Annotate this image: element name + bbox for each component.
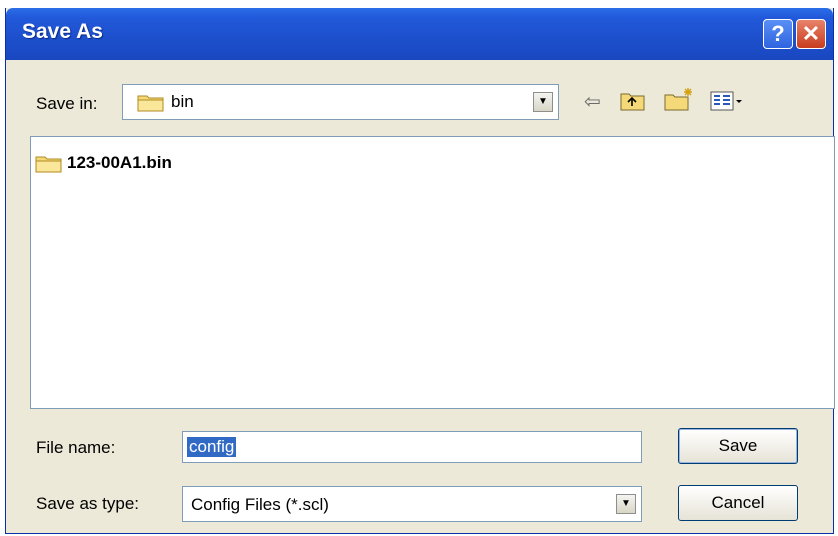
file-name-value: config <box>187 437 237 457</box>
help-button[interactable]: ? <box>763 19 793 49</box>
back-arrow-icon[interactable]: ⇦ <box>584 89 601 114</box>
folder-icon <box>35 156 62 173</box>
save-as-dialog: Save As ? ✕ Save in: bin ▼ ⇦ 123-00A1.bi… <box>5 8 835 534</box>
new-folder-icon[interactable] <box>664 86 694 112</box>
title-bar[interactable]: Save As ? ✕ <box>6 8 833 60</box>
save-as-type-value: Config Files (*.scl) <box>191 495 329 514</box>
view-menu-icon[interactable] <box>710 90 744 112</box>
folder-icon <box>137 95 164 112</box>
file-name: 123-00A1.bin <box>67 153 172 172</box>
save-in-dropdown[interactable]: bin ▼ <box>122 84 559 120</box>
file-name-label: File name: <box>36 438 116 457</box>
save-as-type-dropdown[interactable]: Config Files (*.scl) ▼ <box>182 486 642 522</box>
up-folder-icon[interactable] <box>620 90 646 112</box>
close-button[interactable]: ✕ <box>796 19 826 49</box>
chevron-down-icon[interactable]: ▼ <box>533 92 553 112</box>
save-button[interactable]: Save <box>678 428 798 464</box>
chevron-down-icon[interactable]: ▼ <box>616 494 636 514</box>
window-title: Save As <box>22 20 103 43</box>
save-in-value: bin <box>171 92 194 111</box>
file-list[interactable]: 123-00A1.bin <box>30 136 835 409</box>
file-name-field[interactable]: config <box>182 431 642 463</box>
save-as-type-label: Save as type: <box>36 494 140 513</box>
cancel-button[interactable]: Cancel <box>678 485 798 521</box>
save-in-label: Save in: <box>36 94 98 113</box>
